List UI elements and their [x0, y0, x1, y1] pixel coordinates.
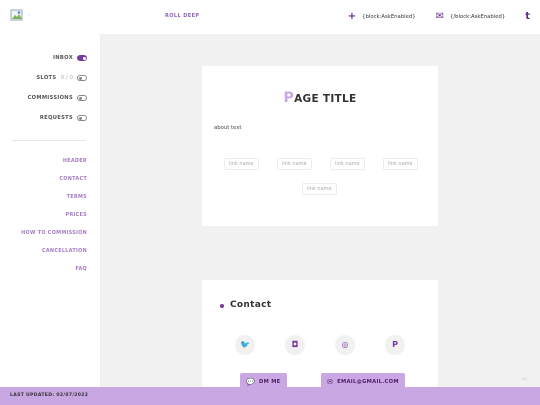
link-chip[interactable]: link name [224, 158, 259, 170]
envelope-icon: ✉ [327, 377, 334, 386]
toggle-row-slots: SLOTS 0 / 0 [36, 73, 87, 83]
link-chip[interactable]: link name [330, 158, 365, 170]
sidebar-link-header[interactable]: HEADER [63, 158, 87, 164]
toggle-label-requests: REQUESTS [39, 115, 73, 121]
page-title: PAGE TITLE [202, 90, 438, 106]
ask-enabled-close-label[interactable]: {/block:AskEnabled} [450, 14, 505, 20]
instagram-icon[interactable]: ◘ [285, 335, 305, 355]
toggle-label-slots: SLOTS [36, 75, 57, 81]
toggle-requests-switch[interactable] [77, 115, 87, 121]
sidebar-link-faq[interactable]: FAQ [75, 266, 87, 272]
toggle-label-commissions: COMMISSIONS [27, 95, 73, 101]
toggle-label-inbox: INBOX [53, 55, 73, 61]
corner-mark: aa [522, 376, 527, 381]
link-chip[interactable]: link name [277, 158, 312, 170]
broken-image-icon[interactable] [10, 8, 24, 22]
contact-card: Contact 🐦 ◘ ◎ P 💬 DM ME ✉ EMAIL@GMAIL.CO… [202, 280, 438, 390]
contact-title: Contact [230, 300, 272, 310]
twitter-icon[interactable]: 🐦 [235, 335, 255, 355]
sidebar-link-how-to-commission[interactable]: HOW TO COMMISSION [21, 230, 87, 236]
sidebar-link-cancellation[interactable]: CANCELLATION [42, 248, 87, 254]
email-label: EMAIL@GMAIL.COM [337, 378, 399, 385]
chat-icon: 💬 [246, 377, 256, 386]
paypal-icon[interactable]: P [385, 335, 405, 355]
sidebar-link-prices[interactable]: PRICES [66, 212, 87, 218]
toggle-row-requests: REQUESTS [40, 113, 87, 123]
sidebar: INBOX SLOTS 0 / 0 COMMISSIONS REQUESTS H… [0, 34, 101, 387]
top-actions: + {block:AskEnabled} ✉ {/block:AskEnable… [348, 8, 530, 26]
envelope-icon[interactable]: ✉ [436, 12, 444, 22]
ask-enabled-label[interactable]: {block:AskEnabled} [362, 14, 415, 20]
about-text: about text [214, 125, 242, 131]
sidebar-link-terms[interactable]: TERMS [67, 194, 87, 200]
page-title-rest: AGE TITLE [294, 93, 357, 105]
toggle-inbox-switch[interactable] [77, 55, 87, 61]
bullet-dot [220, 304, 224, 308]
sidebar-link-contact[interactable]: CONTACT [59, 176, 87, 182]
page-title-initial: P [283, 90, 295, 106]
toggle-slots-switch[interactable] [77, 75, 87, 81]
dm-me-label: DM ME [259, 378, 281, 385]
top-bar: ‹ ROLL DEEP + {block:AskEnabled} ✉ {/blo… [0, 0, 540, 34]
brand-title[interactable]: ROLL DEEP [165, 13, 199, 19]
slots-count: 0 / 0 [60, 75, 73, 81]
tumblr-icon[interactable]: t [525, 12, 530, 22]
twitch-icon[interactable]: ◎ [335, 335, 355, 355]
link-chip[interactable]: link name [383, 158, 418, 170]
last-updated-text: LAST UPDATED: 02/07/2022 [10, 393, 89, 398]
logo-caption: ‹ [28, 13, 30, 19]
sidebar-divider [12, 140, 86, 141]
link-chip[interactable]: link name [302, 183, 337, 195]
plus-icon[interactable]: + [348, 12, 356, 22]
footer: LAST UPDATED: 02/07/2022 [0, 387, 540, 405]
toggle-commissions-switch[interactable] [77, 95, 87, 101]
toggle-row-inbox: INBOX [53, 53, 87, 63]
toggle-row-commissions: COMMISSIONS [28, 93, 87, 103]
page-card: PAGE TITLE about text link name link nam… [202, 66, 438, 226]
